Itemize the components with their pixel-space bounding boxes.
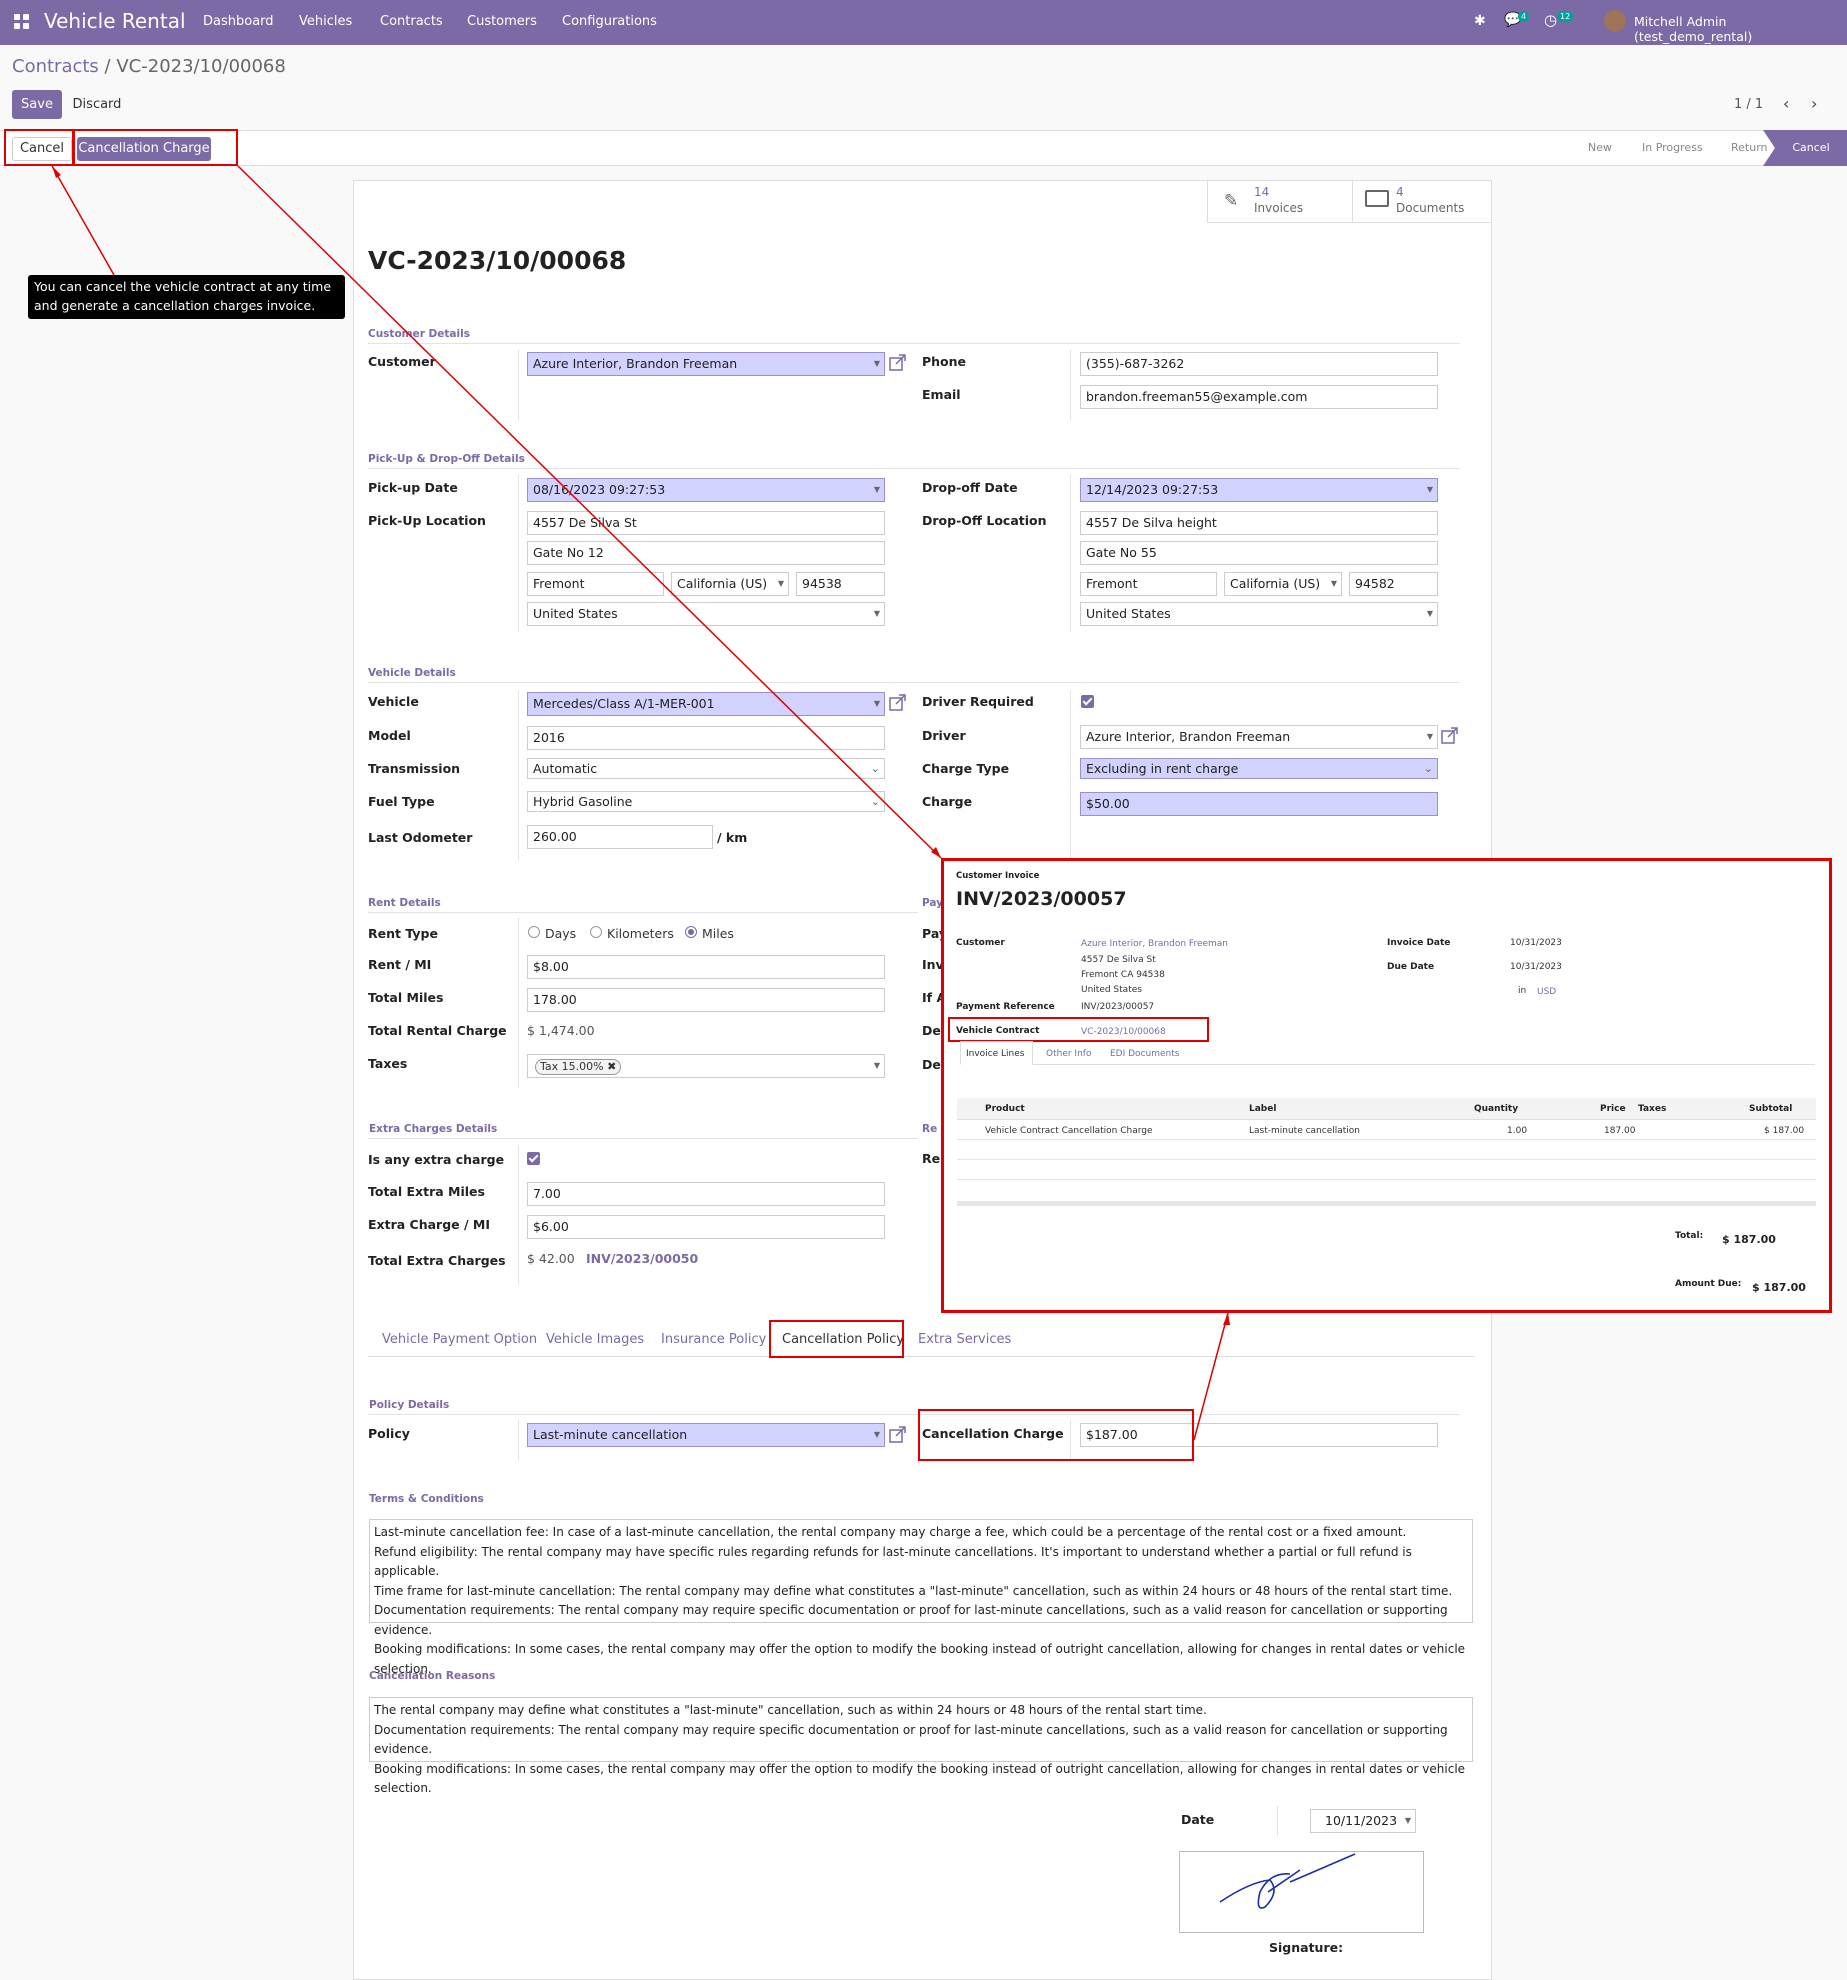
line-subtotal: $ 187.00 <box>1764 1126 1805 1136</box>
payment-reference-label: Payment Reference <box>956 1002 1055 1012</box>
invoice-number: INV/2023/00057 <box>956 888 1127 910</box>
column-subtotal: Subtotal <box>1749 1104 1793 1114</box>
column-quantity: Quantity <box>1474 1104 1519 1114</box>
column-price: Price <box>1600 1104 1626 1114</box>
payment-reference-value: INV/2023/00057 <box>1081 1002 1155 1012</box>
amount-due-label: Amount Due: <box>1675 1279 1742 1289</box>
invoice-address-line: United States <box>1081 985 1142 995</box>
total-value: $ 187.00 <box>1722 1233 1776 1246</box>
tab-underline <box>960 1064 1815 1065</box>
currency-link[interactable]: USD <box>1537 987 1556 997</box>
invoice-kind: Customer Invoice <box>956 871 1040 881</box>
column-product: Product <box>985 1104 1025 1114</box>
currency-prefix: in <box>1518 986 1527 996</box>
invoice-date-value: 10/31/2023 <box>1510 938 1562 948</box>
amount-due-value: $ 187.00 <box>1752 1281 1806 1294</box>
invoice-date-label: Invoice Date <box>1387 938 1451 948</box>
due-date-label: Due Date <box>1387 962 1435 972</box>
invoice-customer-link[interactable]: Azure Interior, Brandon Freeman <box>1081 939 1228 949</box>
row-divider <box>957 1139 1816 1140</box>
table-footer <box>957 1201 1816 1206</box>
line-quantity: 1.00 <box>1507 1126 1528 1136</box>
due-date-value: 10/31/2023 <box>1510 962 1562 972</box>
vehicle-contract-label: Vehicle Contract <box>956 1026 1040 1036</box>
line-product: Vehicle Contract Cancellation Charge <box>985 1126 1153 1136</box>
invoice-address-line: Fremont CA 94538 <box>1081 970 1165 980</box>
row-divider <box>957 1159 1816 1160</box>
tab-other-info[interactable]: Other Info <box>1046 1049 1091 1059</box>
lines-table-header <box>957 1098 1816 1120</box>
column-taxes: Taxes <box>1638 1104 1667 1114</box>
invoice-customer-label: Customer <box>956 938 1005 948</box>
invoice-preview: Customer Invoice INV/2023/00057 Customer… <box>941 858 1832 1313</box>
invoice-address-line: 4557 De Silva St <box>1081 955 1156 965</box>
row-divider <box>957 1179 1816 1180</box>
tab-invoice-lines[interactable]: Invoice Lines <box>966 1049 1024 1059</box>
vehicle-contract-link[interactable]: VC-2023/10/00068 <box>1081 1027 1166 1037</box>
line-price: 187.00 <box>1604 1126 1636 1136</box>
tab-edi-documents[interactable]: EDI Documents <box>1110 1049 1179 1059</box>
column-label: Label <box>1249 1104 1277 1114</box>
total-label: Total: <box>1675 1231 1704 1241</box>
line-label: Last-minute cancellation <box>1249 1126 1361 1136</box>
tooltip: You can cancel the vehicle contract at a… <box>28 275 345 319</box>
